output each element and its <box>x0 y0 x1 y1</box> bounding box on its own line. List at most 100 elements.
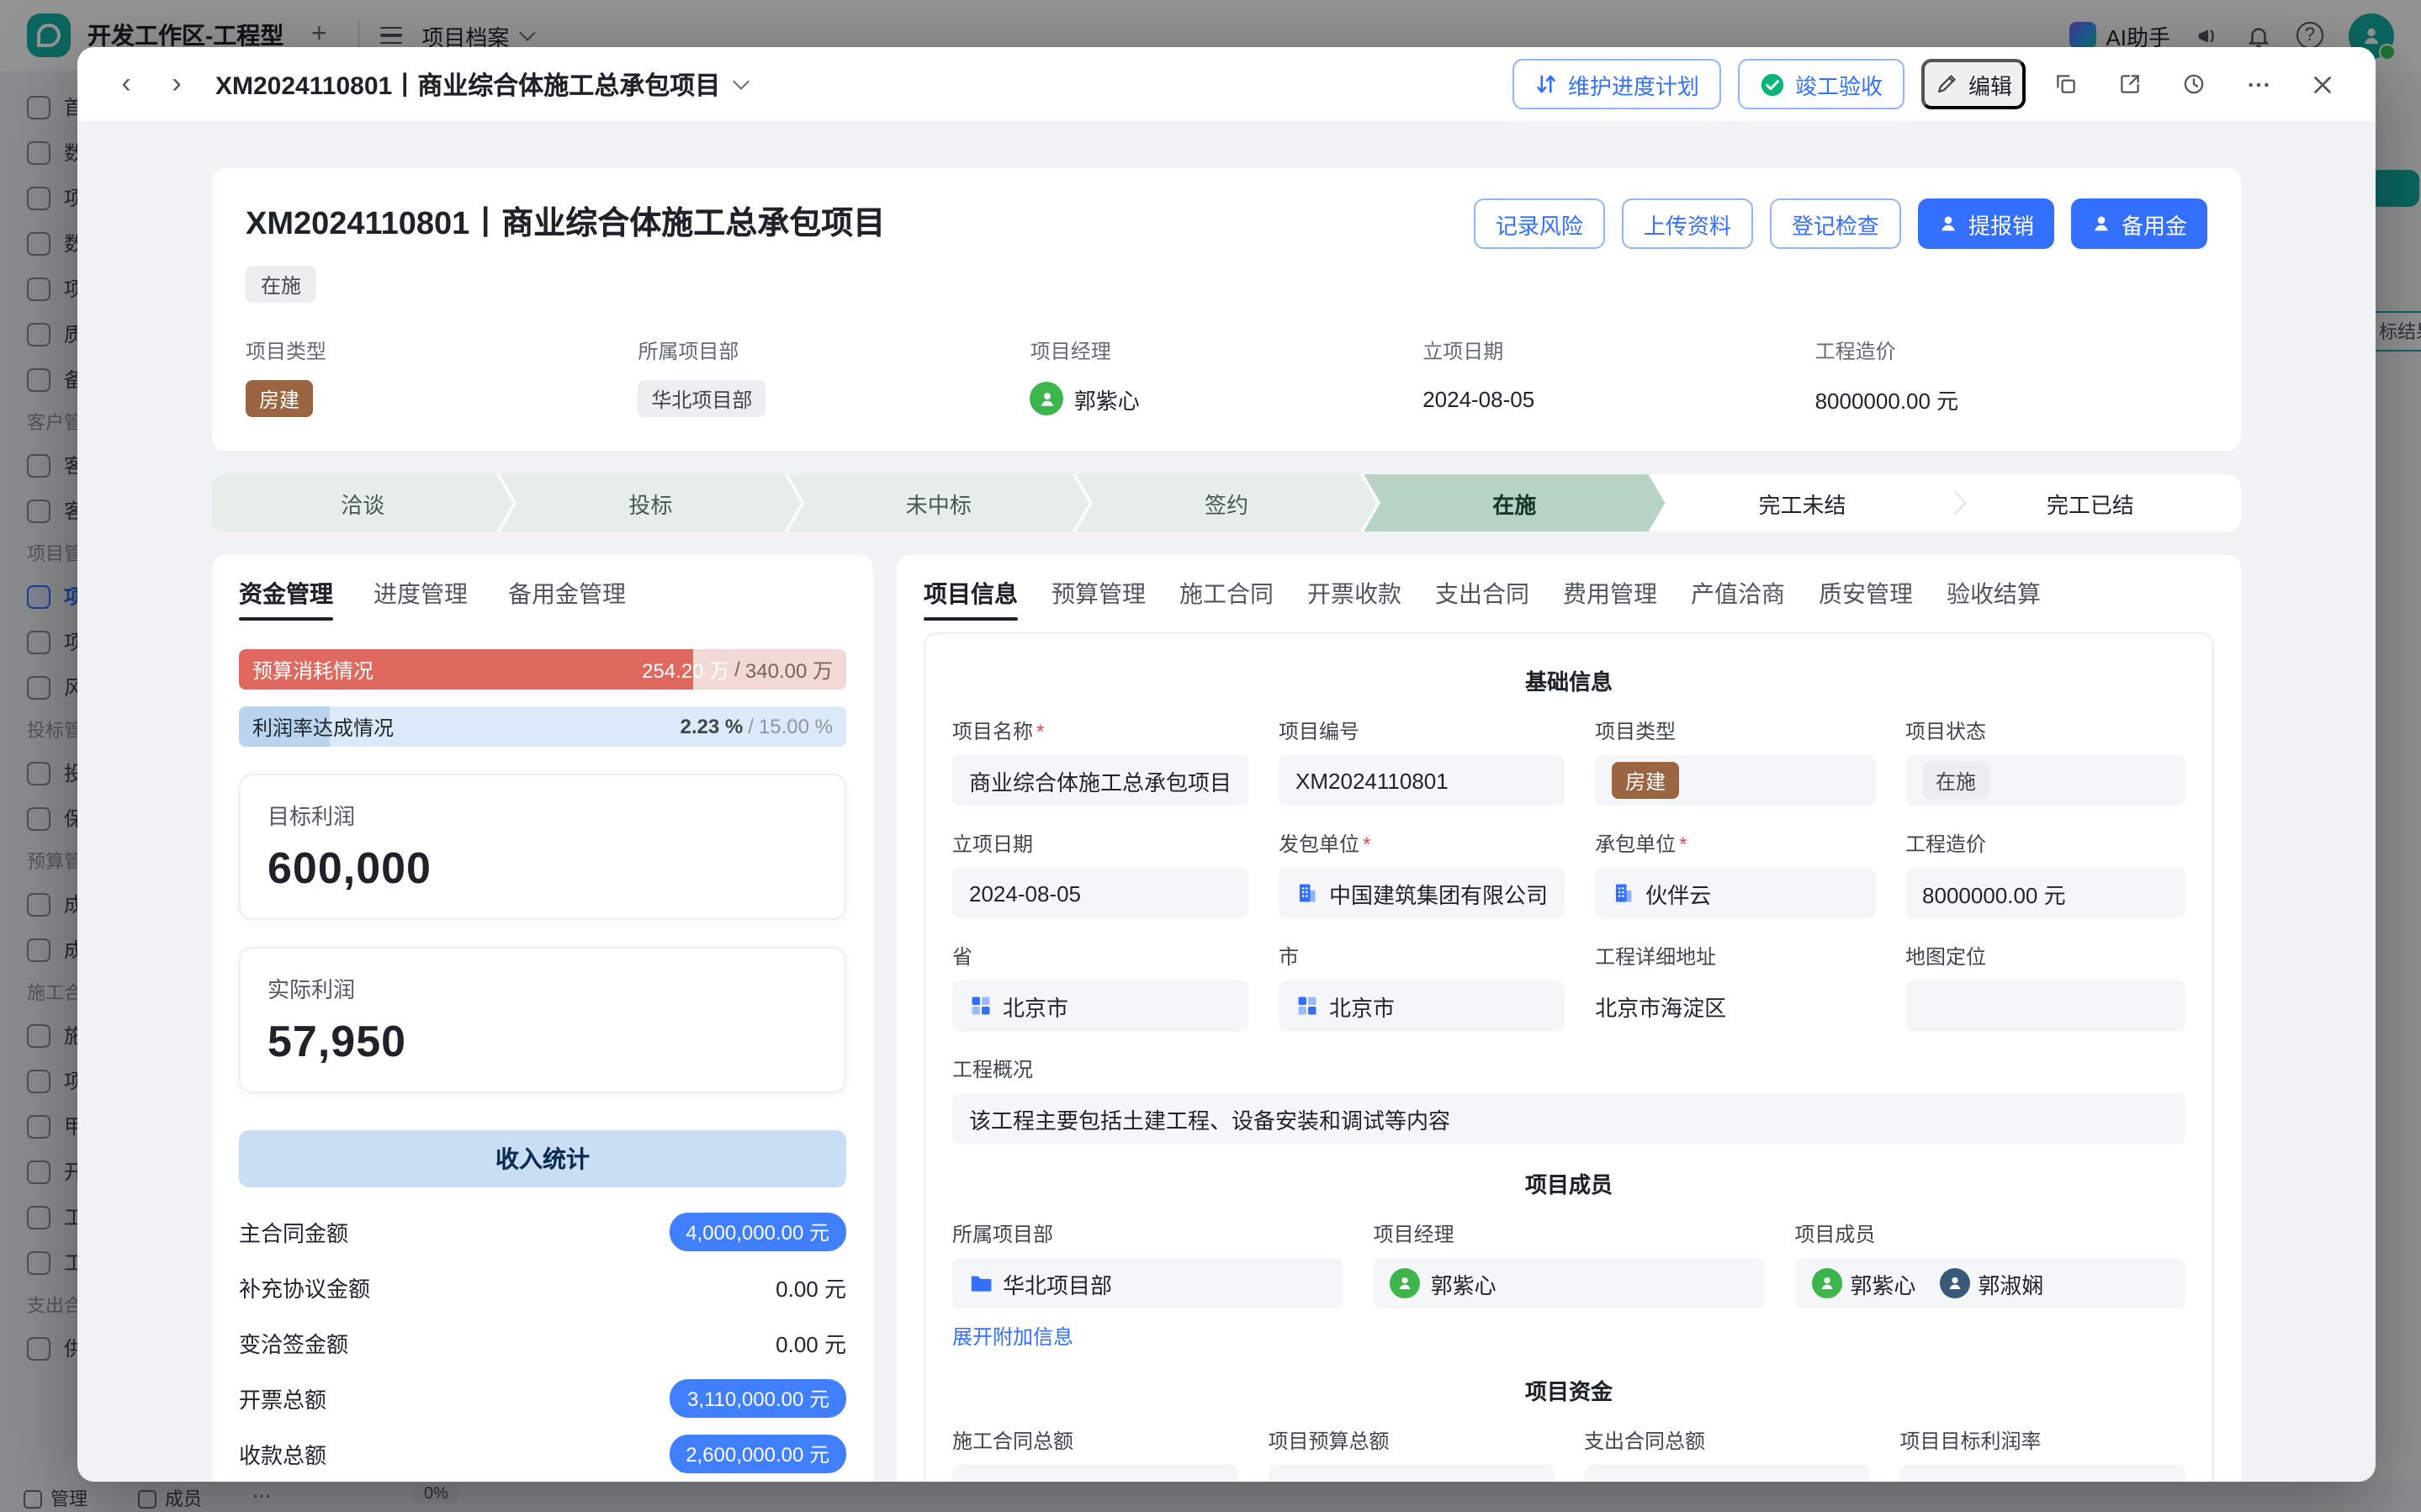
member-chip: 郭淑娴 <box>1939 1267 2043 1299</box>
amount-badge: 2,600,000.00 元 <box>669 1435 846 1473</box>
contract-total-input[interactable]: 4,000,000.00 元 <box>952 1465 1238 1482</box>
prev-record-button[interactable]: ‹ <box>108 66 145 103</box>
submit-expense-button[interactable]: 提报销 <box>1918 198 2054 249</box>
amount-badge: 3,110,000.00 元 <box>670 1379 846 1418</box>
summary-field-start-date: 立项日期 2024-08-05 <box>1422 336 1814 417</box>
field-city: 市 北京市 <box>1279 942 1565 1031</box>
project-manager-input[interactable]: 郭紫心 <box>1374 1258 1765 1308</box>
history-clock-icon[interactable] <box>2170 61 2217 108</box>
project-name-input[interactable]: 商业综合体施工总承包项目 <box>952 755 1248 806</box>
maintain-schedule-button[interactable]: 维护进度计划 <box>1512 59 1721 109</box>
tab-petty-cash-management[interactable]: 备用金管理 <box>508 555 626 632</box>
project-no-input[interactable]: XM2024110801 <box>1279 755 1565 806</box>
step-finished-unsettled[interactable]: 完工未结 <box>1651 474 1952 531</box>
project-type-badge: 房建 <box>246 380 313 417</box>
modal-title: XM2024110801丨商业综合体施工总承包项目 <box>215 66 747 102</box>
tab-funds-management[interactable]: 资金管理 <box>239 555 333 632</box>
field-start-date: 立项日期 2024-08-05 <box>952 829 1248 918</box>
status-badge: 在施 <box>246 266 316 303</box>
summary-field-cost: 工程造价 8000000.00 元 <box>1815 336 2207 417</box>
pencil-icon <box>1935 72 1958 96</box>
copy-icon[interactable] <box>2042 61 2090 108</box>
tab-acceptance-settlement[interactable]: 验收结算 <box>1947 555 2041 632</box>
expand-extra-info-link[interactable]: 展开附加信息 <box>952 1322 1073 1351</box>
step-signed[interactable]: 签约 <box>1076 474 1377 531</box>
tab-invoicing-receipts[interactable]: 开票收款 <box>1307 555 1401 632</box>
project-members-input[interactable]: 郭紫心 郭淑娴 <box>1794 1258 2185 1308</box>
expense-contract-total-input[interactable]: 3,630,000.00 元 <box>1584 1465 1870 1482</box>
completion-acceptance-button[interactable]: 竣工验收 <box>1738 59 1904 109</box>
row-main-contract-amount: 主合同金额 4,000,000.00 元 <box>239 1204 846 1260</box>
field-target-profit-rate: 项目目标利润率 15.00% <box>1900 1426 2186 1482</box>
tab-construction-contract[interactable]: 施工合同 <box>1179 555 1274 632</box>
person-icon <box>2091 214 2111 234</box>
tab-progress-management[interactable]: 进度管理 <box>373 555 468 632</box>
project-type-input[interactable]: 房建 <box>1595 755 1875 806</box>
project-status-input[interactable]: 在施 <box>1905 755 2185 806</box>
overview-input[interactable]: 该工程主要包括土建工程、设备安装和调试等内容 <box>952 1093 2185 1144</box>
tab-fee-management[interactable]: 费用管理 <box>1563 555 1657 632</box>
income-statistics-button[interactable]: 收入统计 <box>239 1130 846 1187</box>
section-title-basic-info: 基础信息 <box>952 664 2185 696</box>
step-in-construction[interactable]: 在施 <box>1364 474 1665 531</box>
row-supplement-agreement-amount: 补充协议金额 0.00 元 <box>239 1260 846 1315</box>
step-not-won[interactable]: 未中标 <box>788 474 1089 531</box>
building-icon <box>1612 881 1635 905</box>
field-project-name: 项目名称* 商业综合体施工总承包项目 <box>952 716 1248 806</box>
budget-consumption-bar: 预算消耗情况 254.20 万/340.00 万 <box>239 649 846 690</box>
left-panel-tabs: 资金管理 进度管理 备用金管理 <box>239 555 846 632</box>
map-location-input[interactable] <box>1905 981 2185 1031</box>
step-finished-settled[interactable]: 完工已结 <box>1940 474 2241 531</box>
step-bidding[interactable]: 投标 <box>500 474 801 531</box>
field-project-manager: 项目经理 郭紫心 <box>1374 1219 1765 1351</box>
city-input[interactable]: 北京市 <box>1279 981 1565 1031</box>
province-input[interactable]: 北京市 <box>952 981 1248 1031</box>
row-invoiced-total: 开票总额 3,110,000.00 元 <box>239 1371 846 1426</box>
summary-field-manager: 项目经理 郭紫心 <box>1030 336 1422 417</box>
tab-project-info[interactable]: 项目信息 <box>924 555 1018 632</box>
tab-expense-contract[interactable]: 支出合同 <box>1435 555 1529 632</box>
avatar <box>1939 1268 1969 1298</box>
person-icon <box>1938 214 1958 234</box>
profit-rate-bar: 利润率达成情况 2.23 %/15.00 % <box>239 706 846 747</box>
field-project-no: 项目编号 XM2024110801 <box>1279 716 1565 806</box>
project-type-badge: 房建 <box>1612 762 1679 799</box>
check-circle-icon <box>1760 71 1785 97</box>
row-received-total: 收款总额 2,600,000.00 元 <box>239 1426 846 1482</box>
tab-budget-management[interactable]: 预算管理 <box>1052 555 1146 632</box>
cost-input[interactable]: 8000000.00 元 <box>1905 868 2185 918</box>
start-date-input[interactable]: 2024-08-05 <box>952 868 1248 918</box>
close-icon[interactable] <box>2298 61 2345 108</box>
share-icon[interactable] <box>2106 61 2153 108</box>
next-record-button[interactable]: › <box>158 66 195 103</box>
stage-stepper: 洽谈 投标 未中标 签约 在施 完工未结 完工已结 <box>212 474 2241 531</box>
edit-button[interactable]: 编辑 <box>1921 59 2026 109</box>
required-mark: * <box>1363 832 1370 855</box>
address-input[interactable]: 北京市海淀区 <box>1595 981 1875 1031</box>
tab-output-negotiation[interactable]: 产值洽商 <box>1691 555 1785 632</box>
more-icon[interactable] <box>2234 61 2281 108</box>
step-negotiation[interactable]: 洽谈 <box>212 474 513 531</box>
field-map-location: 地图定位 <box>1905 942 2185 1031</box>
petty-cash-button[interactable]: 备用金 <box>2071 198 2207 249</box>
field-overview: 工程概况 该工程主要包括土建工程、设备安装和调试等内容 <box>952 1055 2185 1144</box>
department-input[interactable]: 华北项目部 <box>952 1258 1343 1308</box>
target-profit-rate-input[interactable]: 15.00% <box>1900 1465 2186 1482</box>
field-address: 工程详细地址 北京市海淀区 <box>1595 942 1875 1031</box>
status-badge: 在施 <box>1922 762 1989 799</box>
field-project-type: 项目类型 房建 <box>1595 716 1875 806</box>
modal-body: XM2024110801丨商业综合体施工总承包项目 记录风险 上传资料 登记检查… <box>77 121 2376 1482</box>
tab-quality-safety[interactable]: 质安管理 <box>1819 555 1913 632</box>
department-badge: 华北项目部 <box>638 380 766 417</box>
contractor-unit-input[interactable]: 伙伴云 <box>1595 868 1875 918</box>
title-dropdown-icon[interactable] <box>733 72 750 89</box>
summary-field-department: 所属项目部 华北项目部 <box>638 336 1030 417</box>
funds-panel: 资金管理 进度管理 备用金管理 预算消耗情况 254.20 万/340.00 万 <box>212 555 873 1482</box>
register-check-button[interactable]: 登记检查 <box>1770 198 1901 249</box>
owner-unit-input[interactable]: 中国建筑集团有限公司 <box>1279 868 1565 918</box>
record-risk-button[interactable]: 记录风险 <box>1474 198 1605 249</box>
upload-file-button[interactable]: 上传资料 <box>1622 198 1753 249</box>
folder-icon <box>969 1271 993 1295</box>
field-owner-unit: 发包单位* 中国建筑集团有限公司 <box>1279 829 1565 918</box>
budget-total-input[interactable]: 3,400,000.00 元 <box>1269 1465 1555 1482</box>
